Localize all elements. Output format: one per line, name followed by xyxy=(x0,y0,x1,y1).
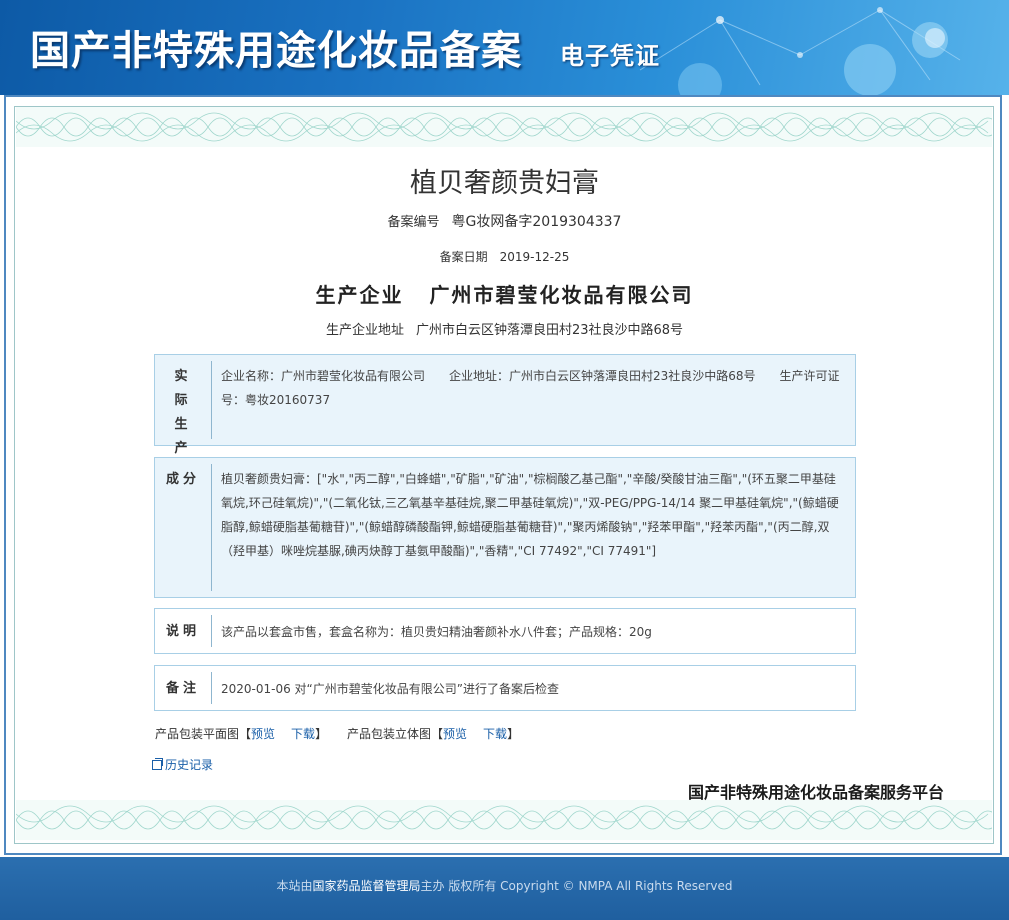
divider xyxy=(211,464,212,591)
record-date-value: 2019-12-25 xyxy=(499,250,570,264)
footer-org: 国家药品监督管理局 xyxy=(312,879,421,893)
platform-name: 国产非特殊用途化妆品备案服务平台 xyxy=(688,783,945,802)
header-banner: 国产非特殊用途化妆品备案 电子凭证 xyxy=(0,0,1009,95)
record-number-line: 备案编号 粤G妆网备字2019304337 xyxy=(0,211,1009,231)
producer-label: 生产企业 xyxy=(315,283,404,307)
record-date-label: 备案日期 xyxy=(439,250,488,264)
history-record[interactable]: 历史记录 xyxy=(152,756,213,773)
flat-preview-link[interactable]: 预览 xyxy=(251,727,275,741)
divider xyxy=(211,361,212,439)
footer-text: 本站由国家药品监督管理局主办 版权所有 Copyright © NMPA All… xyxy=(277,877,733,894)
producer-value: 广州市碧莹化妆品有限公司 xyxy=(429,283,694,307)
record-number-label: 备案编号 xyxy=(387,215,440,230)
producer-address-label: 生产企业地址 xyxy=(325,323,404,338)
footer: 本站由国家药品监督管理局主办 版权所有 Copyright © NMPA All… xyxy=(0,857,1009,920)
remark-label: 备注 xyxy=(165,681,200,696)
description-box: 说明 该产品以套盒市售，套盒名称为：植贝贵妇精油奢颜补水八件套；产品规格：20g xyxy=(154,608,856,654)
footer-prefix: 本站由 xyxy=(276,879,313,893)
solid-download-link[interactable]: 下载 xyxy=(483,727,507,741)
product-name-title: 植贝奢颜贵妇膏 xyxy=(410,168,599,199)
record-number-value: 粤G妆网备字2019304337 xyxy=(451,214,622,230)
guilloche-border-bottom xyxy=(16,800,992,840)
external-link-icon xyxy=(152,758,163,770)
actual-producer-label-line: 生 产 xyxy=(174,417,192,456)
divider xyxy=(211,615,212,647)
actual-producer-label-line: 实 际 xyxy=(174,369,192,408)
remark-box: 备注 2020-01-06 对“广州市碧莹化妆品有限公司”进行了备案后检查 xyxy=(154,665,856,711)
solid-package-links: 产品包装立体图【预览 下载】 xyxy=(347,725,519,742)
solid-package-label: 产品包装立体图 xyxy=(347,727,432,741)
ingredients-text: 植贝奢颜贵妇膏：["水","丙二醇","白蜂蜡","矿脂","矿油","棕榈酸乙… xyxy=(221,472,839,558)
remark-text: 2020-01-06 对“广州市碧莹化妆品有限公司”进行了备案后检查 xyxy=(221,682,559,696)
header-subtitle: 电子凭证 xyxy=(560,41,660,70)
bracket: 】 xyxy=(507,727,520,741)
footer-suffix: 主办 版权所有 Copyright © NMPA All Rights Rese… xyxy=(420,879,733,893)
ingredients-box: 成分 植贝奢颜贵妇膏：["水","丙二醇","白蜂蜡","矿脂","矿油","棕… xyxy=(154,457,856,598)
divider xyxy=(211,672,212,704)
record-date-line: 备案日期 2019-12-25 xyxy=(0,248,1009,265)
bracket: 【 xyxy=(239,727,252,741)
actual-producer-box: 实 际 生 产 企 业 企业名称：广州市碧莹化妆品有限公司 企业地址：广州市白云… xyxy=(154,354,856,504)
header-title: 国产非特殊用途化妆品备案 xyxy=(30,27,522,74)
solid-preview-link[interactable]: 预览 xyxy=(443,727,467,741)
actual-producer-text: 企业名称：广州市碧莹化妆品有限公司 企业地址：广州市白云区钟落潭良田村23社良沙… xyxy=(221,369,840,407)
history-link[interactable]: 历史记录 xyxy=(165,758,213,772)
bracket: 】 xyxy=(315,727,328,741)
flat-package-links: 产品包装平面图【预览 下载】 xyxy=(155,725,327,742)
producer-address-value: 广州市白云区钟落潭良田村23社良沙中路68号 xyxy=(415,323,684,338)
description-label: 说明 xyxy=(165,624,200,639)
flat-download-link[interactable]: 下载 xyxy=(291,727,315,741)
producer-line: 生产企业 广州市碧莹化妆品有限公司 xyxy=(0,279,1009,308)
flat-package-label: 产品包装平面图 xyxy=(155,727,240,741)
bracket: 【 xyxy=(431,727,444,741)
ingredients-label: 成分 xyxy=(165,472,200,487)
description-text: 该产品以套盒市售，套盒名称为：植贝贵妇精油奢颜补水八件套；产品规格：20g xyxy=(221,625,652,639)
guilloche-border-top xyxy=(16,107,992,147)
producer-address-line: 生产企业地址 广州市白云区钟落潭良田村23社良沙中路68号 xyxy=(0,319,1009,338)
